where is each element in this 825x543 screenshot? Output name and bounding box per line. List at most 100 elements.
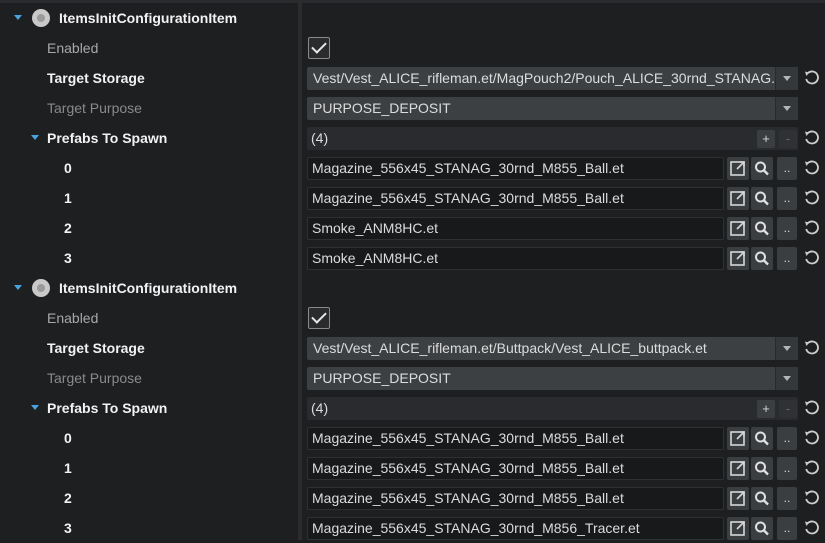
remove-element-button[interactable]: -: [779, 400, 797, 418]
remove-element-button[interactable]: -: [779, 130, 797, 148]
prefab-row: 2 Smoke_ANM8HC.et..: [0, 213, 825, 243]
reset-icon[interactable]: [803, 430, 819, 446]
reset-icon[interactable]: [803, 520, 819, 536]
enabled-checkbox[interactable]: [308, 37, 330, 59]
chevron-down-icon[interactable]: [775, 97, 798, 120]
prefab-path-field[interactable]: Magazine_556x45_STANAG_30rnd_M855_Ball.e…: [307, 457, 724, 480]
prefab-path-value: Magazine_556x45_STANAG_30rnd_M855_Ball.e…: [312, 460, 624, 476]
target-purpose-label: Target Purpose: [47, 100, 142, 116]
chevron-down-icon[interactable]: [775, 67, 798, 90]
chevron-down-icon[interactable]: [775, 337, 798, 360]
target-storage-value: Vest/Vest_ALICE_rifleman.et/Buttpack/Ves…: [313, 340, 707, 356]
reset-icon[interactable]: [803, 460, 819, 476]
search-icon[interactable]: [751, 247, 773, 270]
prefab-index: 0: [64, 430, 72, 446]
open-external-icon[interactable]: [727, 217, 749, 240]
browse-button[interactable]: ..: [777, 517, 797, 540]
expand-triangle-icon[interactable]: [31, 135, 39, 140]
browse-button[interactable]: ..: [777, 157, 797, 180]
prefab-path-field[interactable]: Magazine_556x45_STANAG_30rnd_M855_Ball.e…: [307, 157, 724, 180]
prefabs-header-row[interactable]: Prefabs To Spawn (4) + -: [0, 393, 825, 423]
browse-button[interactable]: ..: [777, 457, 797, 480]
component-icon: [32, 279, 50, 297]
browse-button[interactable]: ..: [777, 217, 797, 240]
add-element-button[interactable]: +: [757, 130, 775, 148]
prefab-path-field[interactable]: Magazine_556x45_STANAG_30rnd_M855_Ball.e…: [307, 427, 724, 450]
browse-button[interactable]: ..: [777, 427, 797, 450]
prefab-index: 0: [64, 160, 72, 176]
chevron-down-icon[interactable]: [775, 367, 798, 390]
browse-button[interactable]: ..: [777, 487, 797, 510]
reset-icon[interactable]: [803, 340, 819, 356]
search-icon[interactable]: [751, 457, 773, 480]
search-icon[interactable]: [751, 187, 773, 210]
prefabs-label: Prefabs To Spawn: [47, 130, 168, 146]
search-icon[interactable]: [751, 517, 773, 540]
prefabs-header-row[interactable]: Prefabs To Spawn (4) + -: [0, 123, 825, 153]
reset-icon[interactable]: [803, 160, 819, 176]
group-header[interactable]: ItemsInitConfigurationItem: [0, 273, 825, 303]
target-purpose-dropdown[interactable]: PURPOSE_DEPOSIT: [307, 367, 798, 390]
group-title: ItemsInitConfigurationItem: [59, 10, 238, 26]
prefab-index: 2: [64, 490, 72, 506]
enabled-row: Enabled: [0, 33, 825, 63]
add-element-button[interactable]: +: [757, 400, 775, 418]
reset-icon[interactable]: [803, 220, 819, 236]
reset-icon[interactable]: [803, 490, 819, 506]
group-title: ItemsInitConfigurationItem: [59, 280, 238, 296]
prefab-path-value: Magazine_556x45_STANAG_30rnd_M855_Ball.e…: [312, 430, 624, 446]
prefab-row: 1 Magazine_556x45_STANAG_30rnd_M855_Ball.…: [0, 183, 825, 213]
expand-triangle-icon[interactable]: [31, 405, 39, 410]
search-icon[interactable]: [751, 427, 773, 450]
open-external-icon[interactable]: [727, 457, 749, 480]
open-external-icon[interactable]: [727, 157, 749, 180]
open-external-icon[interactable]: [727, 187, 749, 210]
enabled-label: Enabled: [47, 40, 99, 56]
prefab-row: 3 Smoke_ANM8HC.et..: [0, 243, 825, 273]
open-external-icon[interactable]: [727, 517, 749, 540]
prefab-path-value: Magazine_556x45_STANAG_30rnd_M855_Ball.e…: [312, 490, 624, 506]
prefab-index: 2: [64, 220, 72, 236]
target-storage-row: Target Storage Vest/Vest_ALICE_rifleman.e…: [0, 333, 825, 363]
reset-icon[interactable]: [803, 70, 819, 86]
open-external-icon[interactable]: [727, 427, 749, 450]
prefab-row: 0 Magazine_556x45_STANAG_30rnd_M855_Ball.…: [0, 423, 825, 453]
expand-triangle-icon[interactable]: [14, 15, 22, 20]
prefabs-count: (4): [311, 130, 329, 146]
prefab-index: 1: [64, 190, 72, 206]
reset-icon[interactable]: [803, 250, 819, 266]
open-external-icon[interactable]: [727, 247, 749, 270]
prefab-path-field[interactable]: Magazine_556x45_STANAG_30rnd_M856_Tracer…: [307, 517, 724, 540]
target-purpose-row: Target Purpose PURPOSE_DEPOSIT: [0, 363, 825, 393]
enabled-row: Enabled: [0, 303, 825, 333]
prefab-path-field[interactable]: Smoke_ANM8HC.et: [307, 247, 724, 270]
reset-icon[interactable]: [803, 130, 819, 146]
prefab-row: 2 Magazine_556x45_STANAG_30rnd_M855_Ball.…: [0, 483, 825, 513]
prefab-path-value: Smoke_ANM8HC.et: [312, 250, 439, 266]
prefab-index: 1: [64, 460, 72, 476]
prefab-path-field[interactable]: Magazine_556x45_STANAG_30rnd_M855_Ball.e…: [307, 187, 724, 210]
enabled-checkbox[interactable]: [308, 307, 330, 329]
search-icon[interactable]: [751, 217, 773, 240]
reset-icon[interactable]: [803, 400, 819, 416]
prefab-path-field[interactable]: Smoke_ANM8HC.et: [307, 217, 724, 240]
prefab-index: 3: [64, 520, 72, 536]
browse-button[interactable]: ..: [777, 187, 797, 210]
browse-button[interactable]: ..: [777, 247, 797, 270]
expand-triangle-icon[interactable]: [14, 285, 22, 290]
target-purpose-dropdown[interactable]: PURPOSE_DEPOSIT: [307, 97, 798, 120]
search-icon[interactable]: [751, 157, 773, 180]
group-header[interactable]: ItemsInitConfigurationItem: [0, 3, 825, 33]
reset-icon[interactable]: [803, 190, 819, 206]
target-storage-label: Target Storage: [47, 70, 145, 86]
open-external-icon[interactable]: [727, 487, 749, 510]
check-icon: [311, 308, 327, 324]
prefab-path-value: Smoke_ANM8HC.et: [312, 220, 439, 236]
prefab-path-field[interactable]: Magazine_556x45_STANAG_30rnd_M855_Ball.e…: [307, 487, 724, 510]
prefabs-count: (4): [311, 400, 329, 416]
target-purpose-row: Target Purpose PURPOSE_DEPOSIT: [0, 93, 825, 123]
target-storage-dropdown[interactable]: Vest/Vest_ALICE_rifleman.et/MagPouch2/Po…: [307, 67, 798, 90]
target-storage-dropdown[interactable]: Vest/Vest_ALICE_rifleman.et/Buttpack/Ves…: [307, 337, 798, 360]
target-storage-value: Vest/Vest_ALICE_rifleman.et/MagPouch2/Po…: [313, 70, 787, 86]
search-icon[interactable]: [751, 487, 773, 510]
